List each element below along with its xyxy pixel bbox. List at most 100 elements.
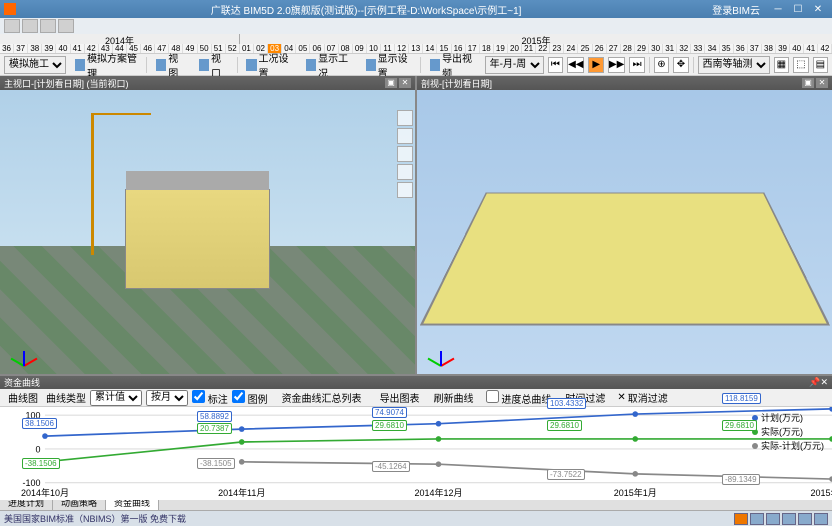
timeline-week-33[interactable]: 33 [691,44,705,53]
first-button[interactable]: ⏮ [548,57,564,73]
timeline-week-39[interactable]: 39 [42,44,56,53]
vp-tool-2[interactable] [397,128,413,144]
timeline-week-18[interactable]: 18 [480,44,494,53]
timeline-week-26[interactable]: 26 [593,44,607,53]
timeline-week-32[interactable]: 32 [677,44,691,53]
axis-select[interactable]: 西南等轴测 [698,56,770,74]
timeline-week-40[interactable]: 40 [790,44,804,53]
fund-curve-chart[interactable]: 1000-1002014年10月2014年11月2014年12月2015年1月2… [0,407,832,500]
status-icon-2[interactable] [750,513,764,525]
last-button[interactable]: ⏭ [629,57,645,73]
chart-type2-label: 曲线类型 [46,390,86,405]
timeline-week-38[interactable]: 38 [762,44,776,53]
timeline-week-34[interactable]: 34 [705,44,719,53]
prev-button[interactable]: ◀◀ [567,57,584,73]
timeline-week-30[interactable]: 30 [649,44,663,53]
vp-tool-5[interactable] [397,182,413,198]
menu-icon-4[interactable] [58,19,74,33]
cumul-select[interactable]: 累计值 [90,390,142,406]
timeline-week-31[interactable]: 31 [663,44,677,53]
annotate-checkbox[interactable]: 标注 [192,390,228,406]
timeline-week-37[interactable]: 37 [748,44,762,53]
view-tool-3[interactable]: ▤ [813,57,829,73]
play-button[interactable]: ▶ [588,57,604,73]
status-icon-3[interactable] [766,513,780,525]
chart-pin-button[interactable]: 📌 [809,377,820,388]
vp-max-button[interactable]: ▣ [385,78,397,88]
chart-close-button[interactable]: ✕ [820,377,828,388]
timeline-week-42[interactable]: 42 [818,44,832,53]
vp-tool-1[interactable] [397,110,413,126]
mode-select[interactable]: 模拟施工 [4,56,66,74]
minimize-button[interactable]: ─ [768,2,788,16]
timeline-week-37[interactable]: 37 [14,44,28,53]
nav-tool-1[interactable]: ⊕ [654,57,670,73]
data-label: -38.1505 [197,458,235,469]
progress-line-checkbox[interactable]: 进度总曲线 [486,390,552,406]
timeline-week-41[interactable]: 41 [804,44,818,53]
menu-icon-1[interactable] [4,19,20,33]
timeline-week-39[interactable]: 39 [776,44,790,53]
export-icon [430,59,440,71]
timeline-week-19[interactable]: 19 [494,44,508,53]
view-tool-2[interactable]: ⬚ [793,57,809,73]
interval-select[interactable]: 按月 [146,390,188,406]
floor-slab [419,193,829,326]
legend-diff: 实际-计划(万元) [761,439,824,452]
view-tool-1[interactable]: ▦ [774,57,790,73]
vp2-close-button[interactable]: ✕ [816,78,828,88]
menu-icon-2[interactable] [22,19,38,33]
svg-text:0: 0 [35,444,40,454]
status-icon-4[interactable] [782,513,796,525]
timeline-week-35[interactable]: 35 [720,44,734,53]
axis-gizmo[interactable] [8,336,38,366]
chart-toolbar: 曲线图 曲线类型 累计值 按月 标注 图例 资金曲线汇总列表 导出图表 刷新曲线… [0,389,832,407]
svg-text:-100: -100 [22,478,40,488]
chart-panel: 资金曲线 📌 ✕ 曲线图 曲线类型 累计值 按月 标注 图例 资金曲线汇总列表 … [0,374,832,494]
timeline-week-36[interactable]: 36 [734,44,748,53]
status-icon-1[interactable] [734,513,748,525]
timeline-week-38[interactable]: 38 [28,44,42,53]
timeline-week-21[interactable]: 21 [522,44,536,53]
timeline-week-36[interactable]: 36 [0,44,14,53]
timeline-week-23[interactable]: 23 [550,44,564,53]
vp2-max-button[interactable]: ▣ [802,78,814,88]
timeline-week-28[interactable]: 28 [621,44,635,53]
timeline-week-20[interactable]: 20 [508,44,522,53]
login-link[interactable]: 登录BIM云 [712,2,760,17]
vp-tool-3[interactable] [397,146,413,162]
timeline-year-2014: 2014年 [0,34,240,44]
timeline-week-22[interactable]: 22 [536,44,550,53]
vp-tool-4[interactable] [397,164,413,180]
data-label: 20.7387 [197,423,232,434]
vp-close-button[interactable]: ✕ [399,78,411,88]
timeline-week-25[interactable]: 25 [578,44,592,53]
timeline-week-27[interactable]: 27 [607,44,621,53]
timeline-week-40[interactable]: 40 [56,44,70,53]
cancel-filter-button[interactable]: ✕ 取消过滤 [613,389,671,406]
status-icon-6[interactable] [814,513,828,525]
main-3d-canvas[interactable] [0,90,415,374]
close-button[interactable]: ✕ [808,2,828,16]
menu-icon-3[interactable] [40,19,56,33]
next-button[interactable]: ▶▶ [608,57,625,73]
timeline-week-24[interactable]: 24 [564,44,578,53]
timeline-week-29[interactable]: 29 [635,44,649,53]
chart-type-btn[interactable]: 曲线图 [4,389,42,406]
refresh-button[interactable]: 刷新曲线 [428,389,478,406]
chart-panel-header: 资金曲线 📌 ✕ [0,376,832,389]
maximize-button[interactable]: ☐ [788,2,808,16]
time-unit-select[interactable]: 年-月-周 [485,56,544,74]
export-chart-button[interactable]: 导出图表 [374,389,424,406]
summary-button[interactable]: 资金曲线汇总列表 [276,389,366,406]
display-work-icon [306,59,316,71]
data-label: 103.4332 [547,398,586,409]
section-3d-canvas[interactable] [417,90,832,374]
axis-gizmo-2[interactable] [425,336,455,366]
nav-tool-2[interactable]: ✥ [673,57,689,73]
legend-checkbox[interactable]: 图例 [232,390,268,406]
status-text[interactable]: 美国国家BIM标准（NBIMS）第一版 免费下载 [4,512,732,525]
status-icon-5[interactable] [798,513,812,525]
title-bar: 广联达 BIM5D 2.0旗舰版(测试版)--[示例工程-D:\WorkSpac… [0,0,832,18]
window-title: 广联达 BIM5D 2.0旗舰版(测试版)--[示例工程-D:\WorkSpac… [20,2,712,17]
